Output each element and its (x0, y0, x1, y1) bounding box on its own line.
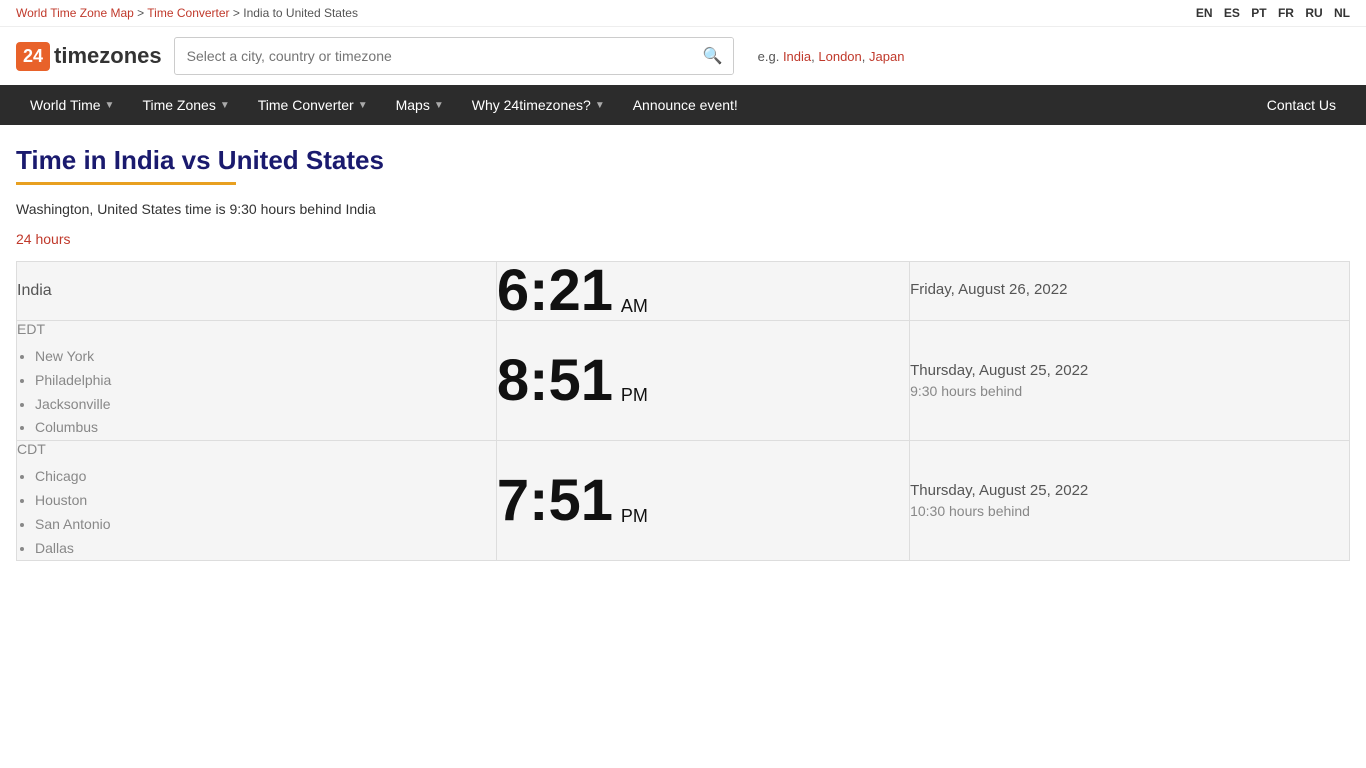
location-cities-cdt: Chicago Houston San Antonio Dallas (17, 465, 496, 560)
cell-location-india: India (17, 262, 497, 321)
lang-en[interactable]: EN (1196, 6, 1213, 20)
cell-date-edt: Thursday, August 25, 2022 9:30 hours beh… (910, 321, 1350, 441)
search-bar: 🔍 (174, 37, 734, 75)
language-links: EN ES PT FR RU NL (1188, 6, 1350, 20)
main-content: Time in India vs United States Washingto… (0, 125, 1366, 581)
date-india: Friday, August 26, 2022 (910, 281, 1349, 298)
nav-items: World Time ▼ Time Zones ▼ Time Converter… (16, 85, 1253, 125)
nav-world-time[interactable]: World Time ▼ (16, 85, 128, 125)
breadcrumb: World Time Zone Map > Time Converter > I… (16, 6, 358, 20)
table-row: India 6:21 AM Friday, August 26, 2022 (17, 262, 1350, 321)
lang-pt[interactable]: PT (1251, 6, 1266, 20)
breadcrumb-sep-2: > (233, 6, 243, 20)
lang-es[interactable]: ES (1224, 6, 1240, 20)
nav-announce-label: Announce event! (633, 97, 738, 113)
breadcrumb-current: India to United States (243, 6, 358, 20)
cell-date-cdt: Thursday, August 25, 2022 10:30 hours be… (910, 441, 1350, 561)
list-item: Columbus (35, 416, 496, 440)
title-underline (16, 182, 236, 185)
example-london[interactable]: London (818, 49, 861, 64)
header: 24 timezones 🔍 e.g. India, London, Japan (0, 27, 1366, 85)
list-item: Jacksonville (35, 393, 496, 417)
nav-maps-chevron: ▼ (434, 100, 444, 111)
examples-label: e.g. (758, 49, 780, 64)
nav-world-time-chevron: ▼ (105, 100, 115, 111)
top-bar: World Time Zone Map > Time Converter > I… (0, 0, 1366, 27)
time-table: India 6:21 AM Friday, August 26, 2022 ED… (16, 261, 1350, 561)
date-edt: Thursday, August 25, 2022 (910, 362, 1349, 379)
search-input[interactable] (175, 40, 693, 72)
nav-time-converter-chevron: ▼ (358, 100, 368, 111)
link-24hours[interactable]: 24 hours (16, 231, 70, 247)
cell-location-edt: EDT New York Philadelphia Jacksonville C… (17, 321, 497, 441)
nav-world-time-label: World Time (30, 97, 101, 113)
nav-announce[interactable]: Announce event! (619, 85, 752, 125)
example-india[interactable]: India (783, 49, 811, 64)
breadcrumb-sep-1: > (137, 6, 147, 20)
list-item: Philadelphia (35, 369, 496, 393)
search-button[interactable]: 🔍 (693, 38, 733, 74)
time-value-india: 6:21 (497, 262, 613, 320)
cell-date-india: Friday, August 26, 2022 (910, 262, 1350, 321)
lang-ru[interactable]: RU (1305, 6, 1322, 20)
cell-time-cdt: 7:51 PM (496, 441, 909, 561)
table-row: EDT New York Philadelphia Jacksonville C… (17, 321, 1350, 441)
time-value-edt: 8:51 (497, 352, 613, 410)
list-item: Dallas (35, 537, 496, 561)
example-japan[interactable]: Japan (869, 49, 904, 64)
lang-nl[interactable]: NL (1334, 6, 1350, 20)
logo[interactable]: 24 timezones (16, 42, 162, 71)
nav-why-chevron: ▼ (595, 100, 605, 111)
list-item: New York (35, 345, 496, 369)
breadcrumb-time-converter[interactable]: Time Converter (147, 6, 229, 20)
subtitle: Washington, United States time is 9:30 h… (16, 201, 1350, 217)
breadcrumb-world-time-zone[interactable]: World Time Zone Map (16, 6, 134, 20)
time-ampm-edt: PM (621, 385, 648, 405)
nav-time-zones-chevron: ▼ (220, 100, 230, 111)
nav-contact[interactable]: Contact Us (1253, 85, 1350, 125)
location-cities-edt: New York Philadelphia Jacksonville Colum… (17, 345, 496, 440)
location-tz-cdt: CDT (17, 441, 496, 457)
location-tz-edt: EDT (17, 321, 496, 337)
nav-why[interactable]: Why 24timezones? ▼ (458, 85, 619, 125)
location-name-india: India (17, 282, 496, 300)
list-item: Houston (35, 489, 496, 513)
nav-maps-label: Maps (396, 97, 430, 113)
nav-time-zones[interactable]: Time Zones ▼ (128, 85, 243, 125)
cell-location-cdt: CDT Chicago Houston San Antonio Dallas (17, 441, 497, 561)
behind-edt: 9:30 hours behind (910, 383, 1349, 399)
table-row: CDT Chicago Houston San Antonio Dallas 7… (17, 441, 1350, 561)
time-ampm-cdt: PM (621, 506, 648, 526)
nav-maps[interactable]: Maps ▼ (382, 85, 458, 125)
behind-cdt: 10:30 hours behind (910, 503, 1349, 519)
main-nav: World Time ▼ Time Zones ▼ Time Converter… (0, 85, 1366, 125)
list-item: Chicago (35, 465, 496, 489)
time-ampm-india: AM (621, 296, 648, 316)
cell-time-edt: 8:51 PM (496, 321, 909, 441)
page-title: Time in India vs United States (16, 145, 1350, 176)
search-examples: e.g. India, London, Japan (758, 49, 905, 64)
time-value-cdt: 7:51 (497, 472, 613, 530)
date-cdt: Thursday, August 25, 2022 (910, 482, 1349, 499)
nav-why-label: Why 24timezones? (472, 97, 591, 113)
lang-fr[interactable]: FR (1278, 6, 1294, 20)
logo-number: 24 (16, 42, 50, 71)
nav-time-converter-label: Time Converter (258, 97, 354, 113)
nav-time-zones-label: Time Zones (142, 97, 215, 113)
list-item: San Antonio (35, 513, 496, 537)
cell-time-india: 6:21 AM (496, 262, 909, 321)
nav-time-converter[interactable]: Time Converter ▼ (244, 85, 382, 125)
logo-text: timezones (54, 43, 162, 69)
